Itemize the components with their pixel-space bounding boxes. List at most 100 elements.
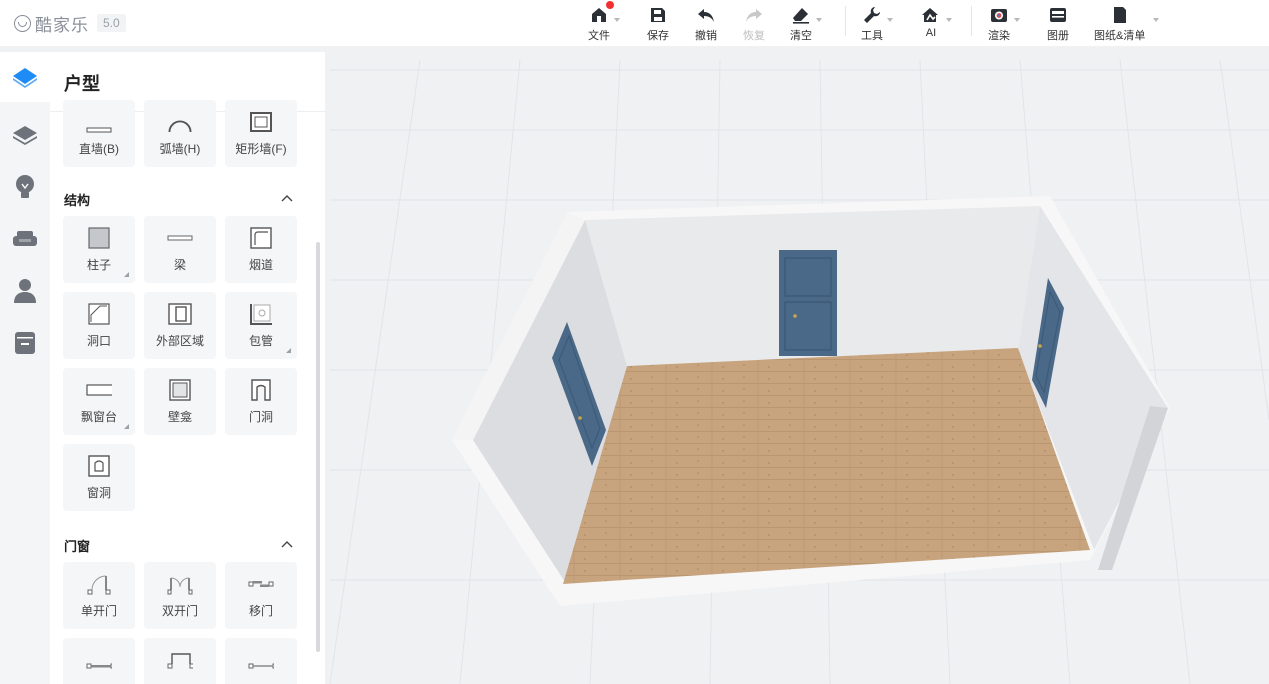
tile-double-door[interactable]: 双开门	[144, 562, 216, 629]
window-opening-icon	[86, 454, 112, 478]
tile-column[interactable]: 柱子	[63, 216, 135, 283]
rail-lighting[interactable]	[0, 162, 50, 212]
chevron-down-icon	[946, 18, 952, 22]
redo-button[interactable]: 恢复	[743, 4, 765, 44]
toolbar-divider	[845, 6, 846, 36]
undo-label: 撤销	[695, 30, 717, 42]
rail-floorplan[interactable]	[0, 52, 50, 102]
beam-icon	[167, 226, 193, 250]
eraser-icon	[790, 4, 812, 26]
album-button[interactable]: 图册	[1047, 4, 1069, 44]
user-icon	[14, 279, 36, 303]
door-frame-icon	[248, 654, 274, 678]
tile-label: 外部区域	[155, 334, 204, 348]
chevron-down-icon	[1153, 18, 1160, 22]
more-options-icon[interactable]	[124, 272, 129, 277]
flue-icon	[248, 226, 274, 250]
tile-pipe-cover[interactable]: 包管	[225, 292, 297, 359]
rail-furniture[interactable]	[0, 214, 50, 264]
file-button[interactable]: 文件	[588, 1, 620, 44]
tile-label: 直墙(B)	[79, 142, 119, 156]
sliding-door-icon	[248, 572, 274, 596]
tile-label: 壁龛	[167, 410, 192, 424]
tile-window-opening[interactable]: 窗洞	[63, 444, 135, 511]
ai-label: AI	[925, 27, 937, 39]
album-label: 图册	[1047, 30, 1069, 42]
chevron-up-icon[interactable]	[280, 191, 294, 205]
version-badge: 5.0	[97, 14, 126, 32]
tile-label: 柱子	[86, 258, 111, 272]
camera-icon	[988, 4, 1010, 26]
tile-rect-wall[interactable]: 矩形墙(F)	[225, 100, 297, 167]
tile-label: 梁	[173, 258, 186, 272]
tile-niche[interactable]: 壁龛	[144, 368, 216, 435]
floorplan-icon	[13, 68, 37, 88]
more-options-icon[interactable]	[286, 348, 291, 353]
tile-door-item[interactable]	[225, 638, 297, 684]
tile-label: 包管	[248, 334, 273, 348]
layers-icon	[13, 126, 37, 145]
pipe-cover-icon	[248, 302, 274, 326]
opening-icon	[86, 302, 112, 326]
tools-label: 工具	[861, 30, 883, 42]
tile-door-item[interactable]	[144, 638, 216, 684]
chevron-down-icon	[614, 18, 620, 22]
redo-label: 恢复	[743, 30, 765, 42]
drawings-button[interactable]: 图纸&清单	[1094, 4, 1160, 44]
logo-text: 酷家乐	[35, 15, 89, 35]
tile-label: 飘窗台	[80, 410, 117, 424]
bay-window-icon	[86, 378, 112, 402]
wrench-icon	[861, 4, 883, 26]
save-label: 保存	[647, 30, 669, 42]
tile-label: 窗洞	[86, 486, 111, 500]
tile-outer-area[interactable]: 外部区域	[144, 292, 216, 359]
back-door	[779, 250, 837, 356]
straight-wall-icon	[86, 118, 112, 142]
floorplan-panel: 户型 直墙(B) 弧墙(H) 矩形墙(F) 结构 柱子 梁 烟道 洞口 外部区域…	[50, 52, 325, 684]
rail-layers[interactable]	[0, 110, 50, 160]
panel-scrollbar[interactable]	[316, 242, 320, 652]
toolbar-divider	[971, 6, 972, 36]
chevron-down-icon	[816, 18, 822, 22]
tile-label: 双开门	[161, 604, 198, 618]
ai-button[interactable]: AI	[920, 4, 952, 44]
rail-user[interactable]	[0, 266, 50, 316]
ai-house-icon	[920, 4, 942, 26]
bulb-icon	[16, 175, 34, 198]
tile-label: 弧墙(H)	[159, 142, 201, 156]
tile-door-opening[interactable]: 门洞	[225, 368, 297, 435]
tile-flue[interactable]: 烟道	[225, 216, 297, 283]
undo-button[interactable]: 撤销	[695, 4, 717, 44]
outer-area-icon	[167, 302, 193, 326]
logo-icon	[14, 14, 31, 32]
notification-dot	[606, 1, 614, 9]
chevron-up-icon[interactable]	[280, 537, 294, 551]
render-button[interactable]: 渲染	[988, 4, 1020, 44]
left-rail	[0, 52, 50, 684]
tile-label: 单开门	[80, 604, 117, 618]
tile-arc-wall[interactable]: 弧墙(H)	[144, 100, 216, 167]
tile-bay-window[interactable]: 飘窗台	[63, 368, 135, 435]
sofa-icon	[13, 231, 37, 246]
tile-straight-wall[interactable]: 直墙(B)	[63, 100, 135, 167]
file-label: 文件	[588, 30, 610, 42]
save-icon	[647, 4, 669, 26]
top-toolbar: 酷家乐 5.0 文件 保存 撤销 恢复 清空 工具 AI 渲染 图册 图纸&清单	[0, 0, 1269, 46]
column-icon	[86, 226, 112, 250]
save-button[interactable]: 保存	[647, 4, 669, 44]
tile-opening[interactable]: 洞口	[63, 292, 135, 359]
double-door-icon	[167, 572, 193, 596]
more-options-icon[interactable]	[124, 424, 129, 429]
tile-single-door[interactable]: 单开门	[63, 562, 135, 629]
rail-cabinet[interactable]	[0, 318, 50, 368]
redo-icon	[743, 4, 765, 26]
render-label: 渲染	[988, 30, 1010, 42]
chevron-down-icon	[887, 18, 893, 22]
rect-wall-icon	[248, 110, 274, 134]
app-logo[interactable]: 酷家乐 5.0	[14, 12, 126, 35]
tile-beam[interactable]: 梁	[144, 216, 216, 283]
tile-sliding-door[interactable]: 移门	[225, 562, 297, 629]
tools-button[interactable]: 工具	[861, 4, 893, 44]
tile-door-item[interactable]	[63, 638, 135, 684]
clear-button[interactable]: 清空	[790, 4, 822, 44]
